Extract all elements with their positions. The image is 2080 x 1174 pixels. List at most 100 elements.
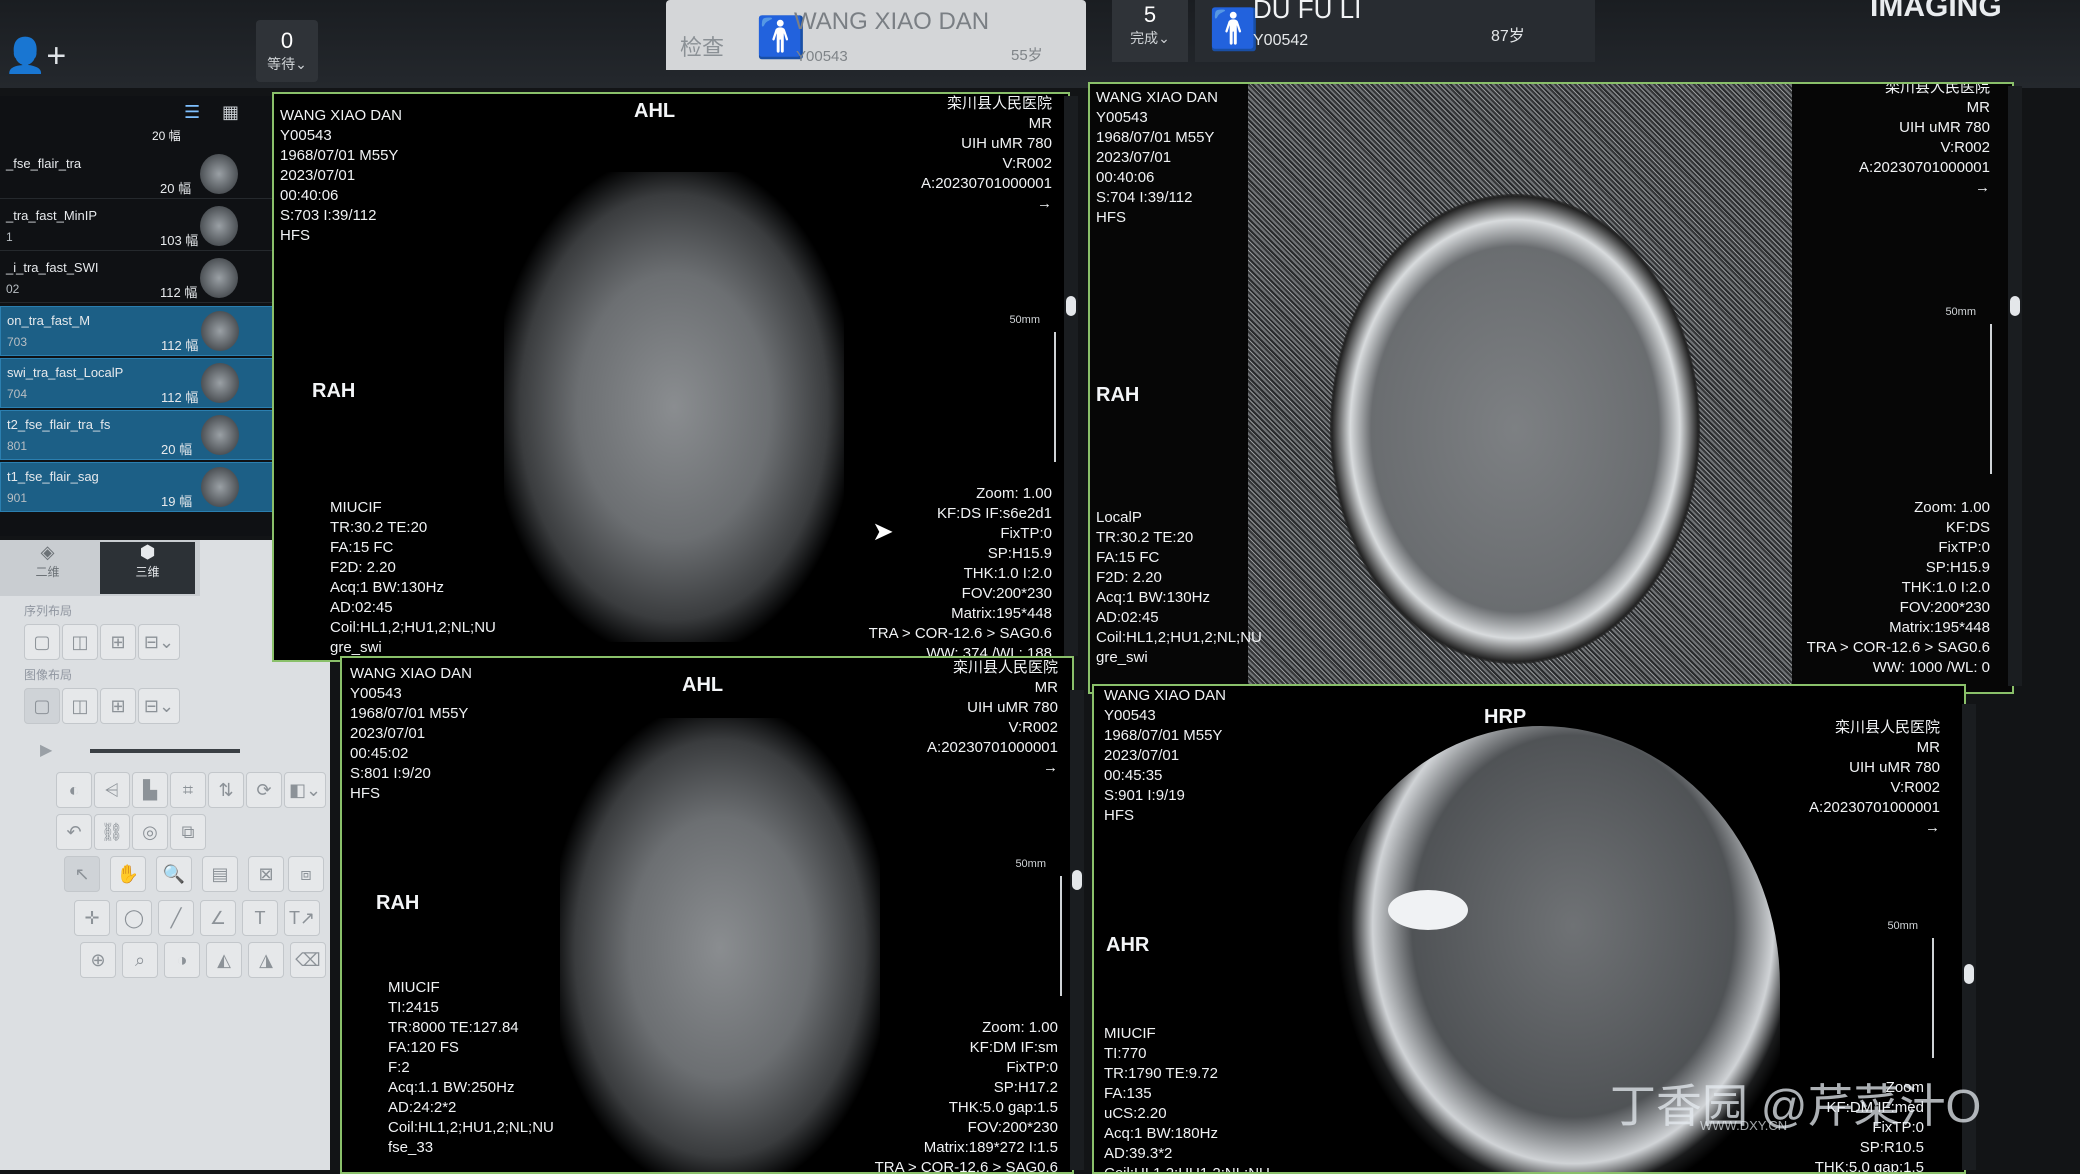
vp2-scrollbar[interactable] (2008, 86, 2022, 686)
overlay-line: TI:2415 (388, 999, 439, 1016)
shape-icon[interactable]: ◮ (248, 942, 284, 978)
list-view-icon[interactable]: ☰ (184, 102, 200, 123)
chart-icon[interactable]: ▙ (132, 772, 168, 808)
viewport-1[interactable]: WANG XIAO DAN Y00543 1968/07/01 M55Y 2023/0… (272, 92, 1070, 662)
cine-slider[interactable]: ▶ (40, 740, 300, 760)
series-item[interactable]: t1_fse_flair_sag 901 19 幅 (0, 462, 282, 512)
overlay-line: A:20230701000001 (1859, 159, 1990, 176)
overlay-line: AD:02:45 (330, 599, 393, 616)
series-item[interactable]: _tra_fast_MinIP 1 103 幅 (0, 202, 280, 251)
window-level-icon[interactable]: ▤ (202, 856, 238, 892)
series-item[interactable]: on_tra_fast_M 703 112 幅 (0, 306, 282, 356)
overlay-line: → (1037, 195, 1052, 212)
overlay-line: Zoom: 1.00 (982, 1019, 1058, 1036)
overlay-line: A:20230701000001 (1809, 799, 1940, 816)
overlay-line: 栾川县人民医院 (1884, 82, 1990, 96)
overlay-line: 栾川县人民医院 (1834, 719, 1940, 736)
overlay-line: S:801 I:9/20 (350, 765, 431, 782)
overlay-line: THK:1.0 I:2.0 (1901, 579, 1990, 596)
rotate-icon[interactable]: ⟳ (246, 772, 282, 808)
vp3-scrollbar[interactable] (1070, 690, 1084, 1170)
vp1-scrollbar[interactable] (1064, 96, 1078, 656)
layout-2x2-button[interactable]: ⊞ (100, 624, 136, 660)
series-count: 112 幅 (161, 338, 199, 353)
pointer-icon[interactable]: ↖ (64, 856, 100, 892)
overlay-line: → (1975, 179, 1990, 196)
contrast-icon[interactable]: ◑ (164, 942, 200, 978)
series-count: 112 幅 (161, 390, 199, 405)
image-custom-button[interactable]: ⊟⌄ (138, 688, 180, 724)
series-name: _i_tra_fast_SWI (6, 260, 99, 275)
overlay-line: MR (1916, 739, 1940, 756)
target-icon[interactable]: ◎ (132, 814, 168, 850)
patient-tab-wang[interactable]: 检查 🚹 WANG XIAO DAN Y00543 55岁 (666, 0, 1086, 70)
series-item[interactable]: _fse_flair_tra 20 幅 (0, 150, 280, 199)
viewport-3[interactable]: WANG XIAO DAN Y00543 1968/07/01 M55Y 2023/0… (340, 656, 1074, 1174)
layout-1x2-button[interactable]: ◫ (62, 624, 98, 660)
image-1x1-button[interactable]: ▢ (24, 688, 60, 724)
crop-icon[interactable]: ⌗ (170, 772, 206, 808)
erase-icon[interactable]: ⌫ (290, 942, 326, 978)
patient-tab-du[interactable]: 🚹 DU FU LI Y00542 87岁 (1195, 0, 1595, 62)
image-1x2-button[interactable]: ◫ (62, 688, 98, 724)
pan-hand-icon[interactable]: ✋ (110, 856, 146, 892)
tab-3d[interactable]: ⬢ 三维 (100, 542, 195, 594)
undo-icon[interactable]: ↶ (56, 814, 92, 850)
ellipse-icon[interactable]: ◯ (116, 900, 152, 936)
overlay-line: UIH uMR 780 (967, 699, 1058, 716)
series-thumbnail (201, 467, 239, 507)
vp3-orient-top: AHL (682, 674, 724, 696)
vp2-top-right: 栾川县人民医院 MR UIH uMR 780 V:R002 A:202307010000… (1859, 82, 1990, 198)
invert-icon[interactable]: ◐ (56, 772, 92, 808)
colormap-icon[interactable]: ◧⌄ (284, 772, 326, 808)
overlay-line: FA:15 FC (330, 539, 394, 556)
stack-icon[interactable]: ⧈ (288, 856, 324, 892)
angle-icon[interactable]: ∠ (200, 900, 236, 936)
measure-icon[interactable]: ⊠ (248, 856, 284, 892)
vp2-bottom-right: Zoom: 1.00 KF:DS FixTP:0 SP:H15.9 THK:1.0 I:… (1807, 498, 1990, 678)
play-icon[interactable]: ▶ (40, 740, 52, 760)
overlay-line: Coil:HL1,2;HU1,2;NL;NU (1104, 1165, 1270, 1174)
overlay-line: MIUCIF (1104, 1025, 1156, 1042)
overlay-line: SP:R10.5 (1859, 1139, 1924, 1156)
layout-custom-button[interactable]: ⊟⌄ (138, 624, 180, 660)
viewport-2[interactable]: WANG XIAO DAN Y00543 1968/07/01 M55Y 2023/0… (1088, 82, 2014, 694)
overlay-line: → (1043, 759, 1058, 776)
patient-name: WANG XIAO DAN (794, 8, 990, 35)
copy-icon[interactable]: ⧉ (170, 814, 206, 850)
histogram-icon[interactable]: ⩤ (94, 772, 130, 808)
triangle-icon[interactable]: ◭ (206, 942, 242, 978)
view-mode-tabs: ◈ 二维 ⬢ 三维 (0, 540, 200, 596)
add-patient-icon[interactable]: 👤+ (4, 36, 66, 76)
series-thumbnail (200, 154, 238, 194)
line-icon[interactable]: ╱ (158, 900, 194, 936)
series-item[interactable]: _i_tra_fast_SWI 02 112 幅 (0, 254, 280, 303)
vp4-bottom-left: MIUCIF TI:770 TR:1790 TE:9.72 FA:135 uCS:2.2… (1104, 1024, 1270, 1174)
image-2x2-button[interactable]: ⊞ (100, 688, 136, 724)
waiting-counter[interactable]: 0 等待⌄ (256, 20, 318, 82)
magnify-icon[interactable]: ⊕ (80, 942, 116, 978)
overlay-line: 00:45:35 (1104, 767, 1163, 784)
series-number: 703 (7, 335, 28, 349)
lesion-highlight (1388, 890, 1468, 930)
series-item[interactable]: swi_tra_fast_LocalP 704 112 幅 (0, 358, 282, 408)
vp4-orient-left: AHR (1106, 934, 1150, 956)
tab-2d[interactable]: ◈ 二维 (0, 542, 95, 594)
series-name: _fse_flair_tra (6, 156, 82, 171)
patient-id: Y00542 (1253, 32, 1309, 49)
cross-icon[interactable]: ✛ (74, 900, 110, 936)
overlay-line: AD:39.3*2 (1104, 1145, 1173, 1162)
zoom-icon[interactable]: 🔍 (156, 856, 192, 892)
search-icon[interactable]: ⌕ (122, 942, 158, 978)
series-item[interactable]: t2_fse_flair_tra_fs 801 20 幅 (0, 410, 282, 460)
patient-age: 55岁 (1011, 47, 1043, 64)
link-icon[interactable]: ⛓ (94, 814, 130, 850)
layout-1x1-button[interactable]: ▢ (24, 624, 60, 660)
vp4-orient-top: HRP (1484, 706, 1527, 728)
grid-view-icon[interactable]: ▦ (222, 102, 239, 123)
arrow-text-icon[interactable]: T↗ (284, 900, 320, 936)
flip-icon[interactable]: ⇅ (208, 772, 244, 808)
done-counter[interactable]: 5 完成⌄ (1112, 0, 1188, 62)
patient-age: 87岁 (1491, 28, 1525, 45)
text-icon[interactable]: T (242, 900, 278, 936)
